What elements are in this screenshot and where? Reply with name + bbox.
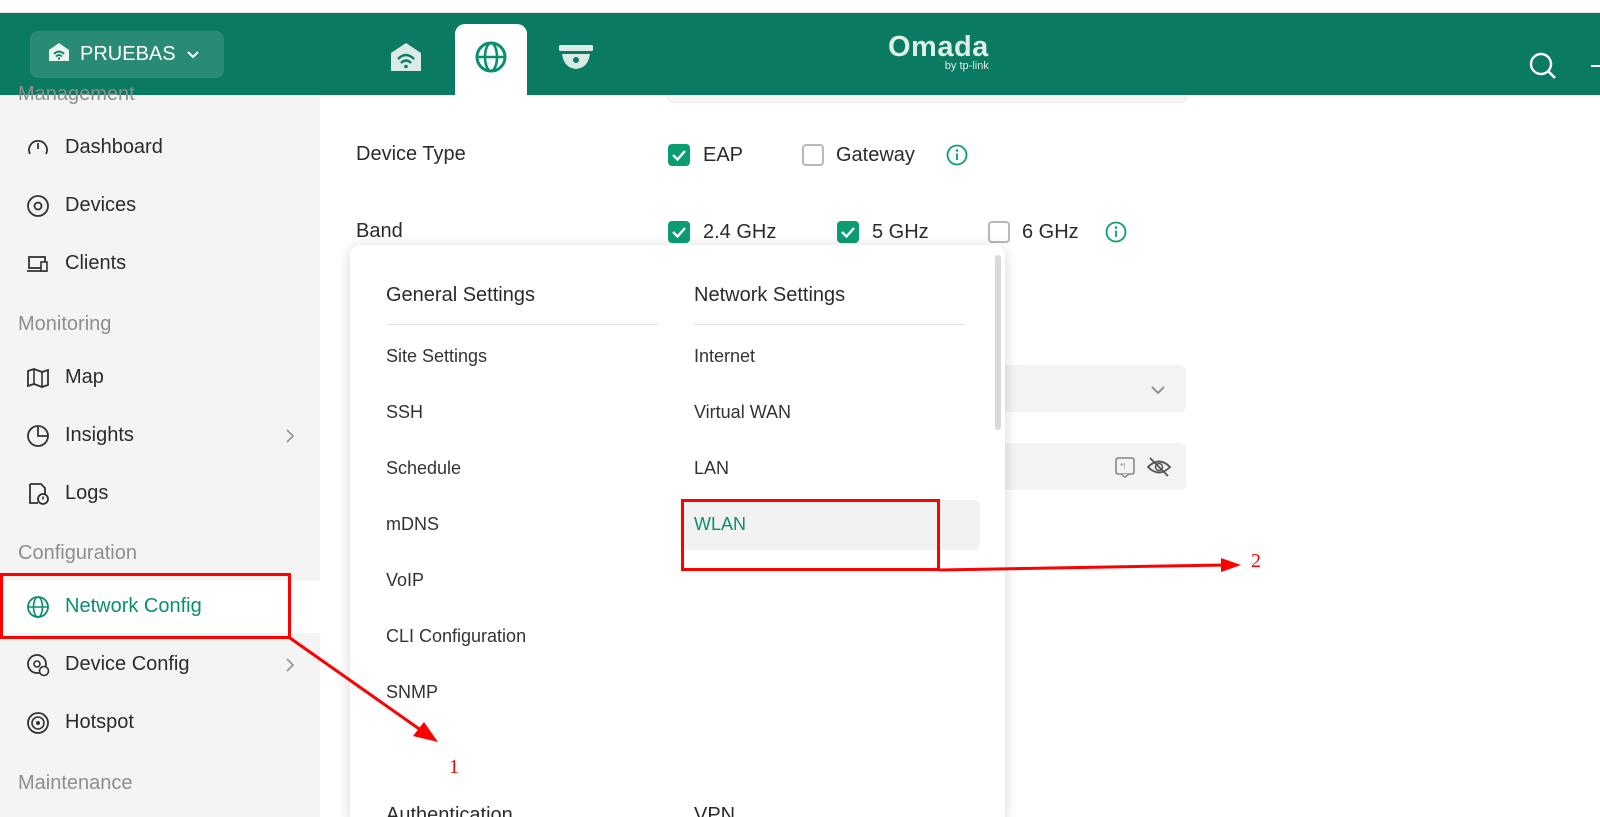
annotation-step-1: 1 bbox=[449, 756, 459, 778]
annotation-step-2: 2 bbox=[1251, 550, 1261, 572]
app-root: PRUEBAS Omada by tp-link Management Dash… bbox=[0, 0, 1600, 817]
annotation-arrows bbox=[289, 558, 1241, 742]
